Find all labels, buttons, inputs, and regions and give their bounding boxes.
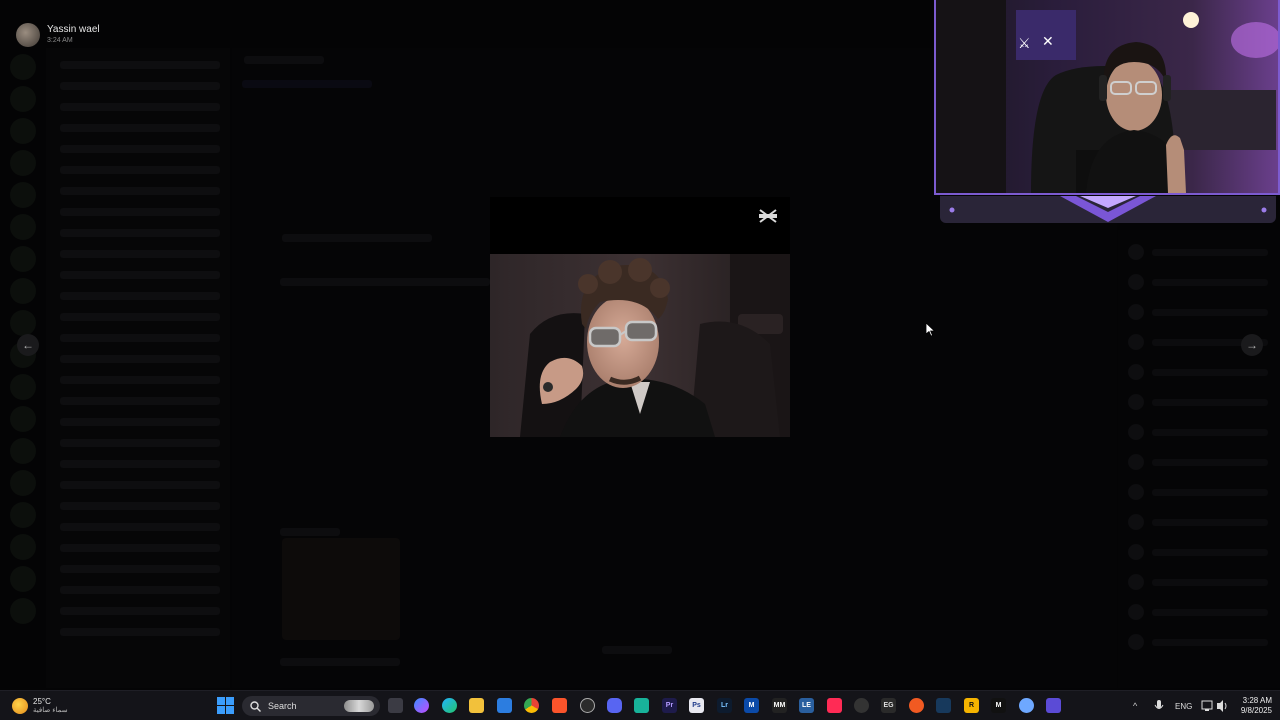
post-timestamp: 3:24 AM (47, 37, 73, 44)
member-list (1118, 230, 1280, 688)
clock-date: 9/8/2025 (1240, 706, 1272, 715)
lightroom-icon[interactable]: Lr (717, 698, 732, 713)
media-viewer-header: Yassin wael 3:24 AM (0, 0, 930, 48)
mail-icon[interactable]: M (744, 698, 759, 713)
search-label: Search (268, 701, 297, 711)
capcut-icon (759, 209, 777, 223)
le-icon[interactable]: LE (799, 698, 814, 713)
mm-icon[interactable]: MM (772, 698, 787, 713)
arrow-left-icon: ← (22, 338, 34, 352)
weather-condition: سماء صافية (33, 707, 68, 714)
taskbar-clock[interactable]: 3:28 AM 9/8/2025 (1232, 696, 1272, 716)
sun-cloud-icon (12, 698, 28, 714)
chatgpt-icon[interactable] (580, 698, 595, 713)
m-icon[interactable]: M (991, 698, 1006, 713)
search-icon (250, 700, 261, 712)
edge-icon[interactable] (442, 698, 457, 713)
volume-icon[interactable] (1216, 691, 1228, 720)
gamepad-icon[interactable] (1046, 698, 1061, 713)
server-list (0, 48, 46, 688)
webcam-feed: ⚔ ✕ (934, 0, 1280, 195)
webcam-frame-bar (940, 196, 1276, 223)
capcut-icon[interactable] (634, 698, 649, 713)
task-view-icon[interactable] (388, 698, 403, 713)
obs-icon[interactable] (854, 698, 869, 713)
arrow-right-icon: → (1246, 338, 1258, 352)
chat-image-thumbnail (282, 538, 400, 640)
taskbar: 25°C سماء صافية Search Pr Ps Lr M MM LE … (0, 690, 1280, 720)
screen: Yassin wael 3:24 AM ← → ⚔ ✕ 25°C سماء صا… (0, 0, 1280, 720)
network-icon[interactable] (1201, 691, 1213, 720)
steam-icon[interactable] (936, 698, 951, 713)
chrome-icon[interactable] (524, 698, 539, 713)
origin-icon[interactable] (909, 698, 924, 713)
rockstar-icon[interactable]: R (964, 698, 979, 713)
clock-time: 3:28 AM (1242, 696, 1272, 705)
tray-overflow-button[interactable]: ^ (1133, 691, 1137, 720)
svg-text:✕: ✕ (1042, 34, 1054, 50)
webcam-overlay: ⚔ ✕ (934, 0, 1280, 226)
premiere-icon[interactable]: Pr (662, 698, 677, 713)
weather-widget[interactable]: 25°C سماء صافية (12, 694, 68, 718)
avatar[interactable] (16, 23, 40, 47)
microphone-icon[interactable] (1154, 691, 1164, 720)
app-icon[interactable] (1019, 698, 1034, 713)
author-name[interactable]: Yassin wael (47, 24, 100, 35)
epic-icon[interactable]: EG (881, 698, 896, 713)
store-icon[interactable] (497, 698, 512, 713)
search-highlight-icon (344, 700, 374, 712)
media-image[interactable] (490, 254, 790, 437)
next-media-button[interactable]: → (1241, 334, 1263, 356)
channel-list (46, 48, 230, 688)
previous-media-button[interactable]: ← (17, 334, 39, 356)
brave-icon[interactable] (552, 698, 567, 713)
copilot-icon[interactable] (414, 698, 429, 713)
taskbar-search[interactable]: Search (242, 696, 380, 716)
language-indicator[interactable]: ENG (1175, 691, 1192, 720)
discord-icon[interactable] (607, 698, 622, 713)
weather-temperature: 25°C (33, 697, 51, 706)
photoshop-icon[interactable]: Ps (689, 698, 704, 713)
file-explorer-icon[interactable] (469, 698, 484, 713)
svg-text:⚔: ⚔ (1018, 36, 1031, 52)
start-button[interactable] (217, 697, 234, 714)
davinci-icon[interactable] (827, 698, 842, 713)
mouse-cursor-icon (926, 323, 936, 337)
